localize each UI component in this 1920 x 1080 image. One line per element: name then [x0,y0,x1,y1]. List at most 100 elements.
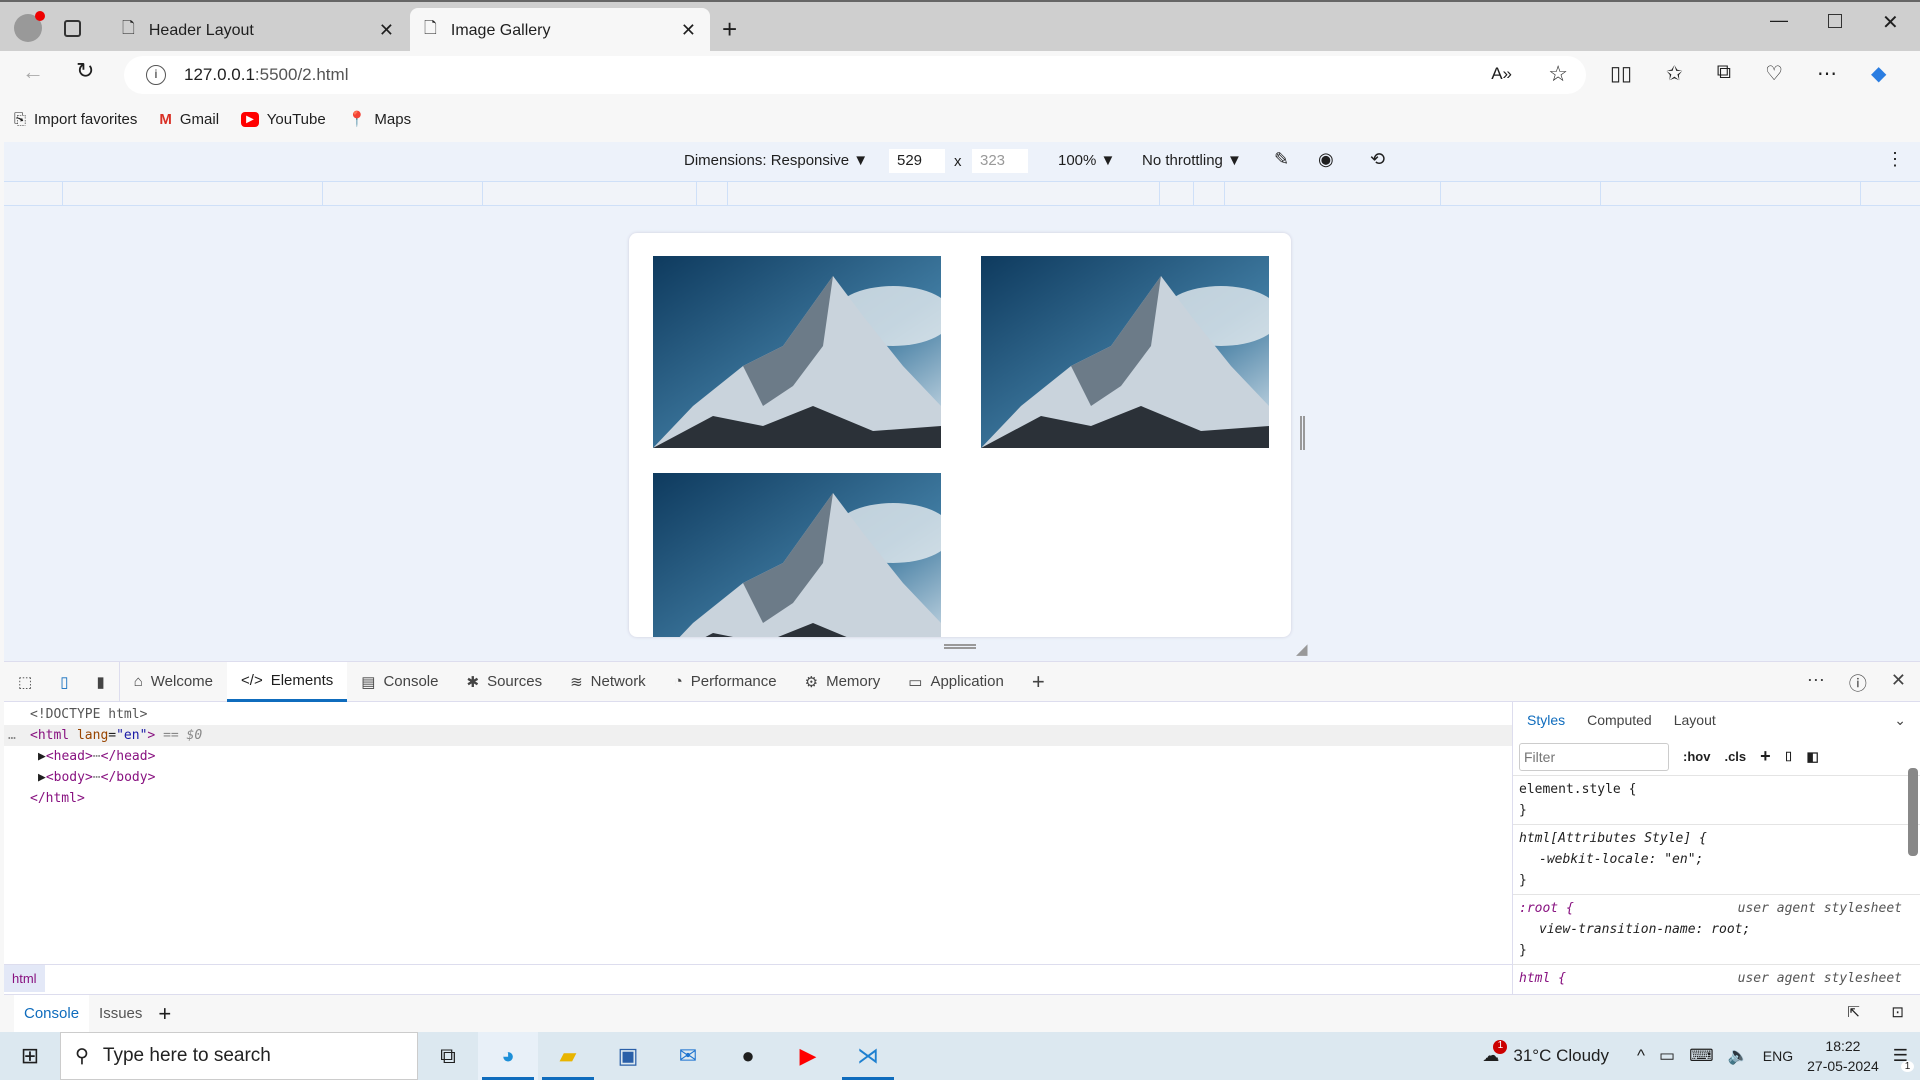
edge-icon[interactable]: ◕ [478,1032,538,1080]
dom-node-html[interactable]: … <html lang="en"> == $0 [4,725,1512,746]
read-aloud-icon[interactable]: A» [1491,64,1512,84]
hov-toggle[interactable]: :hov [1683,749,1710,764]
bookmark-youtube[interactable]: ▶ YouTube [241,111,326,128]
close-icon[interactable]: ✕ [379,20,394,41]
dom-doctype[interactable]: <!DOCTYPE html> [4,704,1512,725]
favorite-star-icon[interactable]: ☆ [1548,61,1568,87]
bookmark-gmail[interactable]: M Gmail [159,111,219,128]
notifications-icon[interactable]: ☰ 1 [1893,1046,1914,1072]
rotate-icon[interactable]: ⟲ [1370,149,1385,170]
add-drawer-tab-icon[interactable]: + [152,1001,177,1027]
move-drawer-icon[interactable]: ⇱ [1847,1003,1860,1021]
battery-icon[interactable]: ▭ [1659,1046,1675,1066]
address-input[interactable]: i 127.0.0.1:5500/2.html A» ☆ [124,56,1586,94]
close-window-button[interactable]: ✕ [1882,10,1899,35]
resize-handle-corner[interactable]: ◢ [1296,640,1308,658]
vscode-icon[interactable]: ⋊ [838,1032,898,1080]
resize-handle-bottom[interactable] [944,644,976,649]
dom-node-head[interactable]: ▶<head>⋯</head> [4,746,1512,767]
tab-performance[interactable]: ◔ Performance [660,662,791,702]
split-screen-icon[interactable]: ▯▯ [1610,61,1632,86]
bookmark-import-favorites[interactable]: ⎘ Import favorites [14,111,137,128]
tab-welcome[interactable]: ⌂ Welcome [120,662,227,702]
expand-triangle-icon[interactable]: ▶ [38,749,46,764]
height-input[interactable]: 323 [972,149,1028,173]
file-explorer-icon[interactable]: ▰ [538,1032,598,1080]
zoom-dropdown[interactable]: 100% ▼ [1058,152,1115,169]
browser-essentials-icon[interactable]: ♡ [1765,61,1783,86]
minimize-button[interactable]: — [1770,10,1788,31]
volume-icon[interactable]: 🔈 [1728,1046,1749,1066]
mail-icon[interactable]: ✉ [658,1032,718,1080]
vision-deficiency-icon[interactable]: ◉ [1318,149,1334,170]
dimensions-dropdown[interactable]: Dimensions: Responsive ▼ [684,152,868,169]
copilot-icon[interactable]: ◆ [1871,61,1886,86]
tab-computed[interactable]: Computed [1587,712,1652,728]
close-devtools-icon[interactable]: ✕ [1891,670,1906,696]
help-icon[interactable]: ⓘ [1849,670,1867,696]
favorites-icon[interactable]: ✩ [1666,61,1683,86]
task-view-icon[interactable]: ⧉ [418,1032,478,1080]
tab-sources[interactable]: ✱ Sources [452,662,556,702]
styles-scrollbar[interactable] [1908,752,1918,982]
eyedropper-icon[interactable]: ✎ [1274,149,1289,170]
tab-styles[interactable]: Styles [1527,712,1565,728]
reload-button[interactable]: ↻ [76,58,94,84]
close-icon[interactable]: ✕ [681,20,696,41]
more-menu-icon[interactable]: ⋯ [1817,61,1837,86]
clock[interactable]: 18:22 27-05-2024 [1807,1036,1879,1076]
paint-icon[interactable]: ⌷ [1785,749,1793,765]
collections-icon[interactable]: ⧉ [1717,61,1731,86]
github-icon[interactable]: ● [718,1032,778,1080]
meet-icon[interactable]: ⌨ [1689,1046,1714,1066]
device-emulation-icon[interactable]: ▯ [46,662,82,702]
chevron-up-icon[interactable]: ^ [1637,1046,1645,1066]
tab-header-layout[interactable]: 🗋 Header Layout ✕ [108,8,408,53]
more-tabs-button[interactable]: + [1018,662,1059,702]
tab-memory[interactable]: ⚙ Memory [791,662,895,702]
tab-console[interactable]: ▤ Console [347,662,452,702]
weather-text[interactable]: 31°C Cloudy [1513,1046,1609,1066]
weather-icon[interactable]: ☁ 1 [1482,1040,1508,1066]
maximize-button[interactable] [1828,14,1842,28]
new-rule-icon[interactable]: + [1760,746,1771,767]
tab-layout[interactable]: Layout [1674,712,1716,728]
tab-application[interactable]: ▭ Application [894,662,1018,702]
tab-network[interactable]: ≋ Network [556,662,660,702]
profile-avatar[interactable] [14,11,45,42]
chevron-down-icon[interactable]: ⌄ [1894,712,1906,729]
taskbar-search-input[interactable]: ⚲ Type here to search [60,1032,418,1080]
style-rule-attributes[interactable]: html[Attributes Style] {-webkit-locale: … [1513,825,1920,895]
collapse-drawer-icon[interactable]: ⊡ [1891,1003,1904,1021]
microsoft-store-icon[interactable]: ▣ [598,1032,658,1080]
width-input[interactable]: 529 [889,149,945,173]
style-rule-root[interactable]: :root {user agent stylesheet view-transit… [1513,895,1920,965]
more-icon[interactable]: ⋯ [1807,670,1825,696]
cls-toggle[interactable]: .cls [1724,749,1746,764]
sidebar-toggle-icon[interactable]: ◧ [1806,749,1818,765]
youtube-app-icon[interactable]: ▶ [778,1032,838,1080]
info-icon[interactable]: i [146,65,166,85]
inspect-element-icon[interactable]: ⬚ [4,662,46,702]
expand-triangle-icon[interactable]: ▶ [38,770,46,785]
tab-elements[interactable]: </> Elements [227,661,348,702]
throttling-dropdown[interactable]: No throttling ▼ [1142,152,1242,169]
breadcrumb-html[interactable]: html [4,965,45,992]
resize-handle-right[interactable] [1300,416,1305,450]
new-tab-button[interactable]: + [722,14,737,45]
media-query-ruler[interactable] [4,181,1920,206]
dock-side-icon[interactable]: ▮ [82,661,120,702]
tab-actions-icon[interactable] [64,20,81,37]
language-indicator[interactable]: ENG [1763,1048,1793,1064]
back-button[interactable]: ← [22,59,44,85]
style-rule-element[interactable]: element.style {} [1513,776,1920,825]
more-options-icon[interactable]: ⋮ [1886,149,1904,170]
style-rule-html[interactable]: html {user agent stylesheet [1513,965,1920,992]
styles-filter-input[interactable] [1519,742,1669,771]
tab-image-gallery[interactable]: 🗋 Image Gallery ✕ [410,8,710,53]
drawer-tab-console[interactable]: Console [14,995,90,1032]
dom-node-html-close[interactable]: </html> [4,788,1512,809]
drawer-tab-issues[interactable]: Issues [89,1005,152,1022]
bookmark-maps[interactable]: 📍 Maps [348,110,411,129]
dom-node-body[interactable]: ▶<body>⋯</body> [4,767,1512,788]
